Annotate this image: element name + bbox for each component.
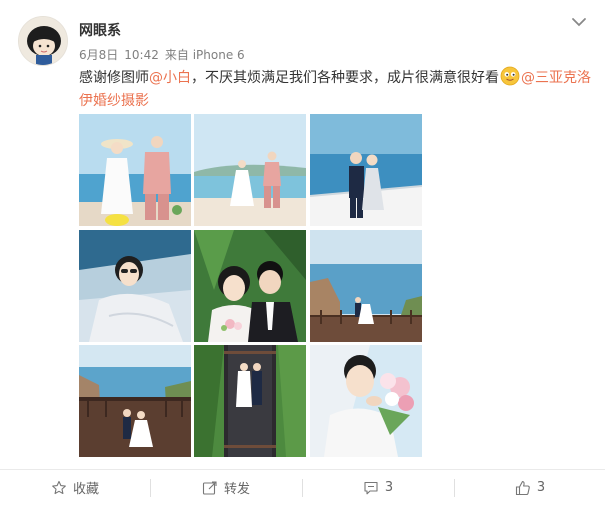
repost-button[interactable]: 转发 (151, 470, 301, 505)
photo-9[interactable] (310, 345, 422, 457)
favorite-label: 收藏 (72, 482, 99, 497)
thumbs-up-icon (515, 480, 531, 496)
photo-1[interactable] (79, 114, 191, 226)
photo-2[interactable] (194, 114, 306, 226)
avatar-cartoon-icon (19, 17, 67, 65)
post-source: 来自 iPhone 6 (164, 48, 245, 62)
star-icon (51, 480, 67, 496)
photo-7[interactable] (79, 345, 191, 457)
weibo-post-card: 网眼系 6月8日 10:42 来自 iPhone 6 感谢修图师@小白，不厌其烦满足… (0, 0, 605, 505)
bride-bouquet-photo-icon (310, 345, 422, 457)
beach-couple-photo-icon (79, 114, 191, 226)
photo-8[interactable] (194, 345, 306, 457)
comment-button[interactable]: 3 (303, 470, 453, 505)
comment-count: 3 (384, 480, 394, 495)
beach-walk-photo-icon (194, 114, 306, 226)
photo-5[interactable] (194, 230, 306, 342)
yacht-couple-photo-icon (310, 114, 422, 226)
bride-portrait-photo-icon (79, 230, 191, 342)
share-icon (202, 480, 218, 496)
avatar[interactable] (18, 16, 68, 66)
photo-3[interactable] (310, 114, 422, 226)
heart-eyes-emoji-icon (500, 66, 520, 86)
cliff-deck-couple-photo-icon (79, 345, 191, 457)
post-text: 感谢修图师@小白，不厌其烦满足我们各种要求，成片很满意很好看 @三亚克洛伊婚纱摄影 (79, 66, 599, 113)
photo-grid (79, 114, 424, 459)
favorite-button[interactable]: 收藏 (0, 470, 150, 505)
post-text-part-2: ，不厌其烦满足我们各种要求，成片很满意很好看 (191, 70, 499, 86)
username[interactable]: 网眼系 (79, 20, 121, 40)
post-date[interactable]: 6月8日 (79, 48, 118, 62)
post-meta: 6月8日 10:42 来自 iPhone 6 (79, 46, 251, 63)
aerial-bridge-photo-icon (194, 345, 306, 457)
photo-4[interactable] (79, 230, 191, 342)
like-count: 3 (536, 480, 546, 495)
post-time[interactable]: 10:42 (124, 48, 159, 62)
post-text-part-1: 感谢修图师 (79, 70, 149, 86)
more-options-chevron-icon[interactable] (569, 14, 589, 30)
comment-icon (363, 480, 379, 496)
mention-retoucher[interactable]: @小白 (149, 70, 191, 86)
post-actions-bar: 收藏 转发 3 3 (0, 470, 605, 505)
like-button[interactable]: 3 (455, 470, 605, 505)
photo-6[interactable] (310, 230, 422, 342)
repost-label: 转发 (223, 482, 250, 497)
cliff-terrace-photo-icon (310, 230, 422, 342)
couple-closeup-photo-icon (194, 230, 306, 342)
